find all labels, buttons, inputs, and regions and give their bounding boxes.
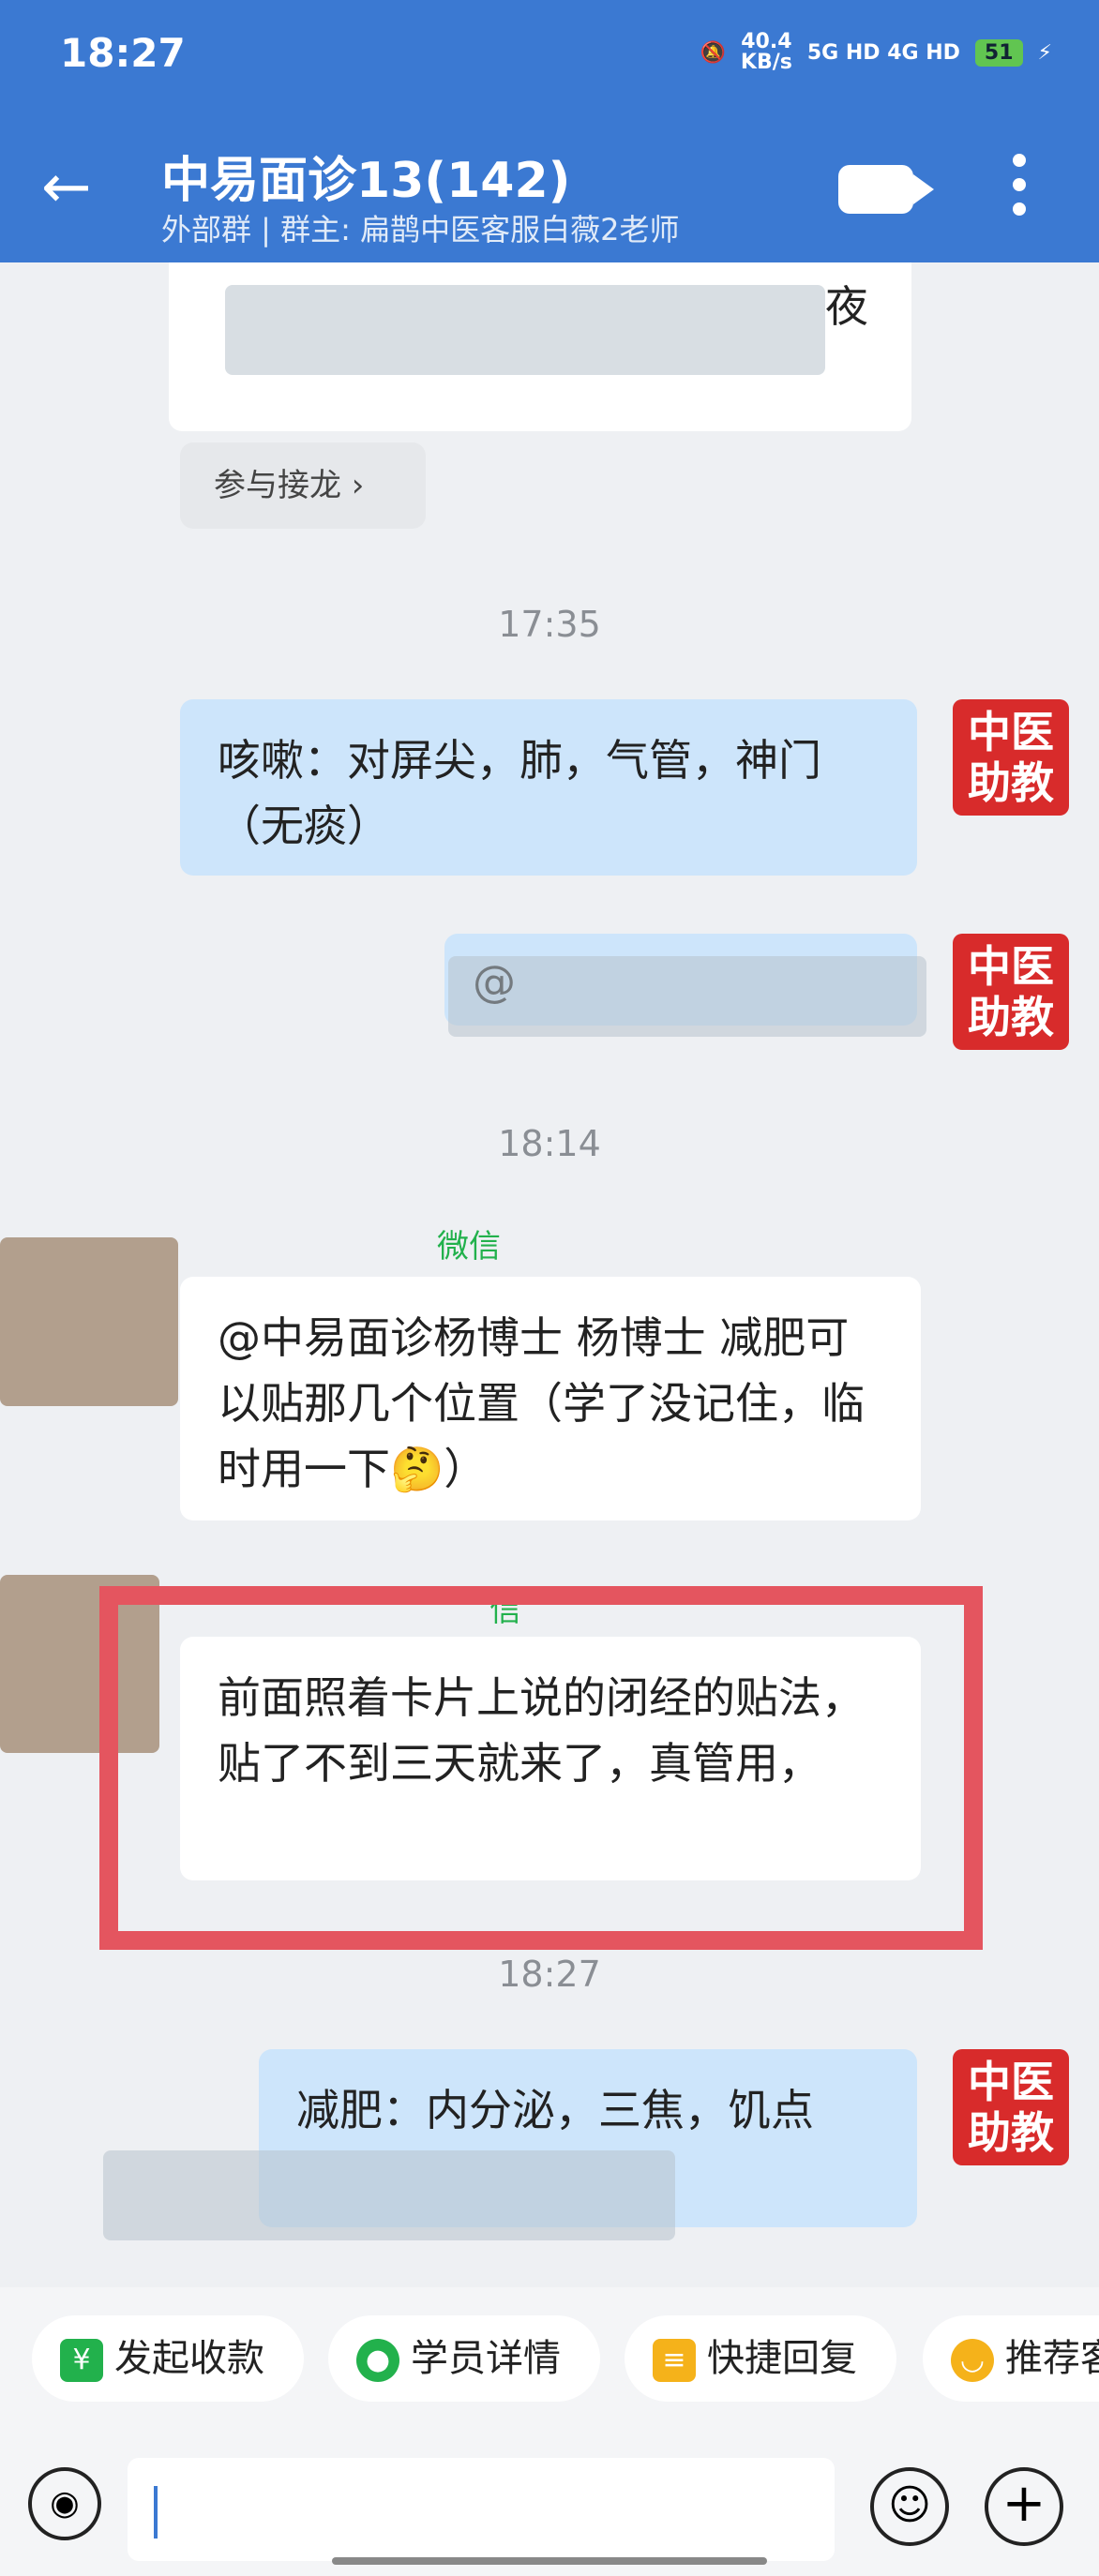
blurred-content <box>448 956 926 1037</box>
blurred-content <box>225 285 825 375</box>
highlight-box <box>99 1586 983 1950</box>
battery-icon: 51 <box>974 38 1023 67</box>
time-label: 18:14 <box>498 1123 601 1164</box>
group-subtitle: 外部群 | 群主: 扁鹊中医客服白薇2老师 <box>161 212 680 247</box>
quick-action-bar: ¥发起收款 ●学员详情 ≡快捷回复 ◡推荐客 <box>0 2287 1099 2437</box>
home-indicator <box>332 2557 767 2565</box>
message-input[interactable] <box>128 2458 835 2561</box>
tcm-assistant-avatar[interactable]: 中医 助教 <box>953 2049 1069 2165</box>
time-label: 18:27 <box>498 1954 601 1995</box>
user-avatar-blurred[interactable] <box>0 1237 178 1406</box>
text-caret <box>154 2486 158 2539</box>
student-details-button[interactable]: ● 学员详情 <box>328 2315 600 2402</box>
chat-header: ← 中易面诊13(142) 外部群 | 群主: 扁鹊中医客服白薇2老师 <box>0 112 1099 262</box>
sender-name: 微信 <box>437 1228 501 1266</box>
user-icon: ● <box>356 2339 399 2382</box>
chat-area[interactable]: 夜 参与接龙 › 17:35 咳嗽：对屏尖，肺，气管，神门（无痰） 中医助教 @… <box>0 262 1099 2287</box>
quick-reply-button[interactable]: ≡ 快捷回复 <box>625 2315 896 2402</box>
mute-icon: 🔕 <box>700 40 726 65</box>
message-bubble-other: @中易面诊杨博士 杨博士 减肥可以贴那几个位置（学了没记住，临时用一下🤔） <box>180 1277 921 1520</box>
tcm-assistant-avatar[interactable]: 中医 助教 <box>953 934 1069 1050</box>
video-call-icon[interactable] <box>838 165 934 214</box>
payment-icon: ¥ <box>60 2339 103 2382</box>
charging-icon: ⚡ <box>1037 40 1052 65</box>
blurred-content <box>103 2150 675 2240</box>
more-options-icon[interactable] <box>1013 154 1028 227</box>
status-icons: 🔕 40.4 KB/s 5G HD 4G HD 51 ⚡ <box>700 32 1053 73</box>
emoji-icon[interactable]: ☺ <box>870 2467 949 2546</box>
message-bubble-self: 咳嗽：对屏尖，肺，气管，神门（无痰） <box>180 699 917 876</box>
recommend-icon: ◡ <box>951 2339 994 2382</box>
group-title: 中易面诊13(142) <box>161 153 571 209</box>
quick-reply-icon: ≡ <box>653 2339 696 2382</box>
plus-icon[interactable]: + <box>985 2467 1063 2546</box>
back-arrow-icon[interactable]: ← <box>41 157 92 217</box>
voice-input-icon[interactable]: ◉ <box>28 2467 101 2540</box>
recommend-button[interactable]: ◡推荐客 <box>923 2315 1099 2402</box>
signal-icon: 5G HD 4G HD <box>806 40 960 65</box>
time-label: 17:35 <box>498 604 601 645</box>
join-jielong-button[interactable]: 参与接龙 › <box>180 442 426 529</box>
start-payment-button[interactable]: ¥ 发起收款 <box>32 2315 304 2402</box>
status-time: 18:27 <box>60 30 186 76</box>
status-bar: 18:27 🔕 40.4 KB/s 5G HD 4G HD 51 ⚡ <box>0 0 1099 112</box>
tcm-assistant-avatar[interactable]: 中医 助教 <box>953 699 1069 816</box>
network-speed: 40.4 KB/s <box>740 30 792 74</box>
input-bar: ◉ ☺ + <box>0 2437 1099 2576</box>
